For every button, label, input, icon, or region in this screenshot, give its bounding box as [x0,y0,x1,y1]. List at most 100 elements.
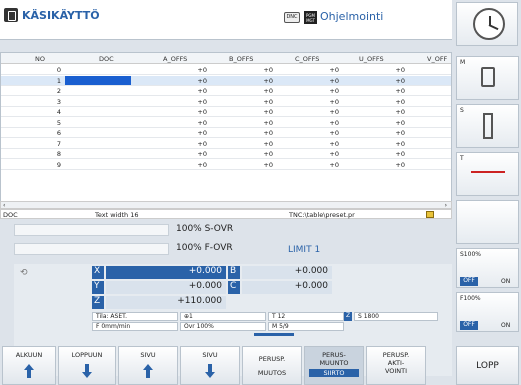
cell-a-offs: +0 [197,129,207,137]
cell-doc[interactable] [65,128,131,137]
akti-label: AKTI- [387,359,405,367]
status-m: M 5/9 [268,322,344,331]
cell-a-offs: +0 [197,87,207,95]
softkey-s[interactable]: S [456,104,519,148]
scroll-indicator [254,333,294,336]
cell-no: 8 [56,150,61,158]
softkey-loppuun[interactable]: LOPPUUN [58,346,116,385]
vointi-label: VOINTI [384,367,408,375]
cell-doc[interactable] [65,118,131,127]
col-b-offs[interactable]: B_OFFS [229,55,253,63]
col-u-offs[interactable]: U_OFFS [359,55,384,63]
cell-u-offs: +0 [395,139,405,148]
table-row[interactable]: 8 +0 +0 +0 +0 [1,149,451,159]
s-on-label[interactable]: ON [501,278,510,285]
cell-doc[interactable] [65,65,131,74]
horizontal-scrollbar[interactable]: ‹ › [0,201,452,209]
spindle-override-panel[interactable]: S100% OFF ON [456,248,519,288]
table-row[interactable]: 5 +0 +0 +0 +0 [1,118,451,128]
softkey-lopp[interactable]: LOPP [456,346,519,385]
softkey-sivu-down[interactable]: SIVU [180,346,240,385]
f100-label: F100% [460,295,481,302]
softkey-perusp-muutos[interactable]: PERUSP. MUUTOS [242,346,302,385]
s100-label: S100% [460,251,481,258]
table-row[interactable]: 7 +0 +0 +0 +0 [1,139,451,149]
col-v-offs[interactable]: V_OFF [427,55,447,63]
cell-b-offs: +0 [263,76,273,85]
lopp-label: LOPP [476,361,499,371]
table-row[interactable]: 4 +0 +0 +0 +0 [1,107,451,117]
cell-no: 7 [56,139,61,148]
table-row[interactable]: 1 +0 +0 +0 +0 [1,75,451,86]
softkey-perusp-aktivointi[interactable]: PERUSP. AKTI- VOINTI [366,346,426,385]
info-line: DOC Text width 16 TNC:\table\preset.pr [0,209,452,219]
axis-y-label: Y [92,281,104,294]
cell-a-offs: +0 [197,66,207,74]
cell-a-offs: +0 [197,108,207,116]
limit-text: LIMIT 1 [288,245,321,255]
softkey-s-label: S [460,107,464,114]
axis-x-value: +0.000 [106,266,226,279]
program-mode-title: Ohjelmointi [320,10,384,23]
cell-b-offs: +0 [263,139,273,148]
softkey-empty[interactable] [456,200,519,244]
col-c-offs[interactable]: C_OFFS [295,55,319,63]
softkey-row: ALKUUN LOPPUUN SIVU SIVU PERUSP. MUUTOS P… [0,346,521,385]
cell-c-offs: +0 [329,118,339,127]
softkey-sivu-up[interactable]: SIVU [118,346,178,385]
cell-doc[interactable] [65,86,131,95]
s-off-toggle[interactable]: OFF [460,277,478,286]
cell-b-offs: +0 [263,108,273,116]
clock-icon [473,8,505,40]
z-badge: Z [344,312,352,321]
cell-no: 2 [56,87,61,95]
scroll-right-icon[interactable]: › [445,202,447,209]
cell-c-offs: +0 [329,66,339,74]
table-row[interactable]: 3 +0 +0 +0 +0 [1,97,451,107]
dnc-icon: DNC [284,12,300,23]
col-a-offs[interactable]: A_OFFS [163,55,187,63]
cell-no: 6 [56,129,61,137]
page-up-icon [143,364,153,378]
f-off-toggle[interactable]: OFF [460,321,478,330]
lock-icon [426,211,434,218]
cell-u-offs: +0 [395,118,405,127]
f-on-label[interactable]: ON [501,322,510,329]
cell-doc[interactable] [65,160,131,169]
info-text-width: Text width 16 [95,211,139,219]
table-row[interactable]: 0 +0 +0 +0 +0 [1,65,451,75]
softkey-m-label: M [460,59,466,66]
table-row[interactable]: 2 +0 +0 +0 +0 [1,86,451,96]
cell-c-offs: +0 [329,76,339,85]
cell-u-offs: +0 [395,66,405,74]
cell-no: 0 [56,66,61,74]
col-doc[interactable]: DOC [99,55,114,63]
perus-label: PERUS- [322,351,346,359]
table-row[interactable]: 6 +0 +0 +0 +0 [1,128,451,138]
softkey-perusmuunto[interactable]: PERUS- MUUNTO SIIRTO [304,346,364,385]
cell-doc[interactable] [65,97,131,106]
cell-doc[interactable] [65,75,131,85]
cell-b-offs: +0 [263,160,273,169]
cell-u-offs: +0 [395,150,405,158]
cell-doc[interactable] [65,149,131,158]
clock-panel[interactable] [456,2,518,46]
page-down-icon [205,364,215,378]
cell-doc[interactable] [65,139,131,148]
right-softkey-bar: M S T S100% OFF ON F100% OFF ON [454,46,521,385]
refresh-icon[interactable]: ⟲ [20,268,28,278]
feed-override-panel[interactable]: F100% OFF ON [456,292,519,332]
cell-c-offs: +0 [329,108,339,116]
cell-b-offs: +0 [263,97,273,106]
cell-doc[interactable] [65,107,131,116]
pgm-mgt-icon[interactable]: PGM MGT [304,11,317,24]
softkey-m[interactable]: M [456,56,519,100]
preset-table[interactable]: NO DOC A_OFFS B_OFFS C_OFFS U_OFFS V_OFF… [0,52,452,204]
scroll-left-icon[interactable]: ‹ [3,202,5,209]
col-no[interactable]: NO [35,55,45,63]
softkey-t[interactable]: T [456,152,519,196]
softkey-alkuun[interactable]: ALKUUN [2,346,56,385]
cell-a-offs: +0 [197,76,207,85]
table-row[interactable]: 9 +0 +0 +0 +0 [1,160,451,170]
f-ovr-text: 100% F-OVR [176,243,233,253]
